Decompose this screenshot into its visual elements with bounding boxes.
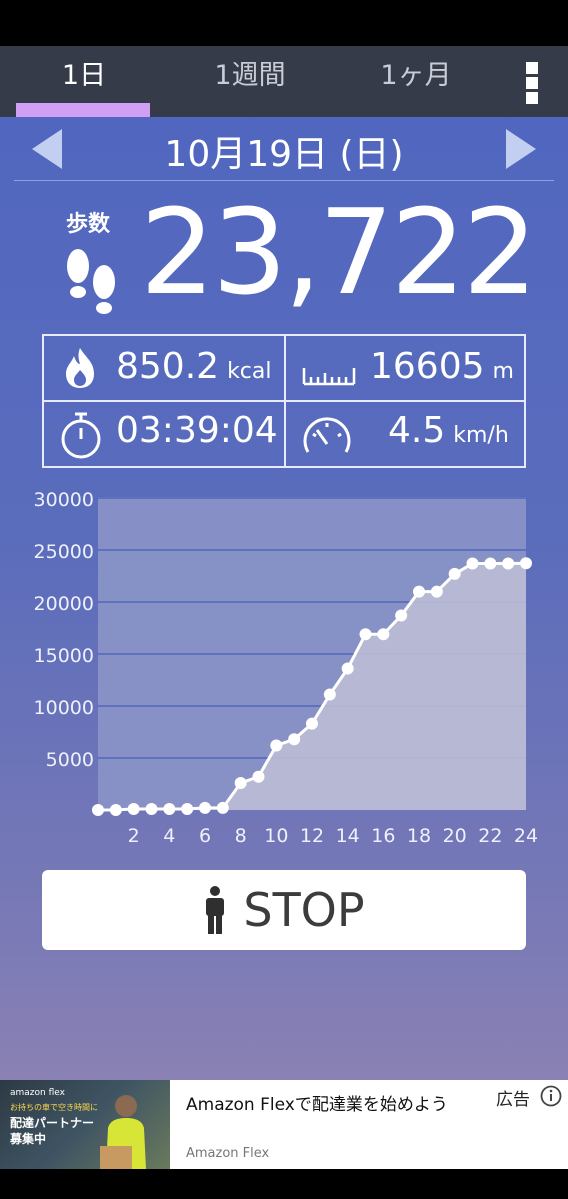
speed-value: 4.5	[388, 410, 446, 451]
distance-unit: m	[492, 359, 514, 384]
data-point	[413, 585, 425, 598]
distance-stat: 16605 m	[370, 346, 514, 387]
data-point	[127, 802, 140, 815]
fire-icon	[66, 348, 94, 388]
x-tick-label: 18	[407, 825, 431, 847]
x-tick-label: 6	[199, 825, 211, 847]
tab-month[interactable]: 1ヶ月	[346, 46, 486, 117]
data-point	[92, 804, 104, 816]
x-tick-label: 22	[478, 825, 502, 847]
ad-image-text: お持ちの車で空き時間に	[10, 1103, 98, 1112]
ad-badge: 広告	[496, 1090, 530, 1110]
date-navigator: 10月19日 (日)	[0, 117, 568, 181]
tab-week[interactable]: 1週間	[180, 46, 320, 117]
x-tick-label: 24	[514, 825, 538, 847]
data-point	[181, 802, 194, 815]
tab-bar: 1日 1週間 1ヶ月	[0, 46, 568, 117]
ad-image-text: 配達パートナー	[10, 1116, 95, 1130]
steps-chart: 500010000150002000025000300002 4 6 8 10 12 14 1…	[34, 489, 539, 847]
speed-unit: km/h	[453, 423, 509, 448]
data-point	[109, 804, 122, 816]
x-tick-label: 2	[128, 825, 140, 847]
data-point	[306, 717, 318, 730]
steps-label: 歩数	[66, 212, 111, 237]
data-point	[323, 688, 336, 701]
x-tick-label: 20	[443, 825, 467, 847]
left-arrow-icon[interactable]	[32, 129, 62, 169]
data-point	[395, 609, 408, 622]
stop-label: STOP	[243, 883, 365, 937]
calories-value: 850.2	[116, 346, 220, 387]
y-tick-label: 5000	[46, 749, 94, 771]
speedometer-icon	[303, 417, 351, 453]
x-tick-label: 14	[336, 825, 360, 847]
footprints-icon	[67, 249, 115, 314]
time-stat: 03:39:04	[116, 410, 278, 451]
time-value: 03:39:04	[116, 410, 278, 451]
data-point	[163, 802, 176, 815]
data-point	[466, 557, 479, 570]
person-icon	[206, 886, 225, 934]
x-tick-label: 8	[235, 825, 247, 847]
x-tick-label: 12	[300, 825, 324, 847]
data-point	[288, 733, 301, 746]
data-point	[216, 801, 229, 814]
steps-count: 23,722	[140, 183, 538, 321]
stopwatch-icon	[61, 412, 101, 459]
speed-stat: 4.5 km/h	[388, 410, 509, 451]
data-point	[234, 776, 247, 789]
data-point	[520, 557, 532, 570]
data-point	[448, 567, 461, 580]
x-tick-label: 16	[371, 825, 395, 847]
data-point	[484, 557, 497, 570]
data-point	[430, 585, 443, 598]
data-point	[341, 662, 354, 675]
y-tick-label: 15000	[34, 645, 94, 667]
stats-grid: 850.2 kcal 16605 m 03:39:04 4.5 km/h	[42, 334, 526, 468]
data-point	[145, 802, 158, 815]
data-point	[252, 770, 265, 783]
ad-image[interactable]: amazon flex お持ちの車で空き時間に 配達パートナー 募集中	[0, 1080, 170, 1169]
more-vertical-icon[interactable]	[516, 60, 548, 104]
right-arrow-icon[interactable]	[506, 129, 536, 169]
ad-banner[interactable]: amazon flex お持ちの車で空き時間に 配達パートナー 募集中 Amaz…	[0, 1080, 568, 1169]
info-icon[interactable]	[540, 1085, 562, 1107]
ad-title[interactable]: Amazon Flexで配達業を始めよう	[186, 1090, 448, 1115]
app-screen: 1日 1週間 1ヶ月 10月19日 (日) 歩数 23,722 850.2 kca…	[0, 46, 568, 1169]
date-label: 10月19日 (日)	[164, 134, 404, 175]
x-tick-label: 4	[163, 825, 175, 847]
ad-image-brand: amazon flex	[10, 1088, 65, 1098]
stop-button[interactable]: STOP	[42, 870, 526, 950]
data-point	[199, 801, 211, 814]
active-tab-indicator	[16, 103, 150, 117]
data-point	[270, 739, 283, 752]
ruler-icon	[302, 368, 356, 386]
calories-stat: 850.2 kcal	[116, 346, 272, 387]
data-point	[502, 557, 515, 570]
ad-image-text: 募集中	[10, 1132, 47, 1146]
data-point	[359, 628, 372, 641]
y-tick-label: 30000	[34, 489, 94, 511]
calories-unit: kcal	[227, 359, 272, 384]
y-tick-label: 25000	[34, 541, 94, 563]
y-tick-label: 10000	[34, 697, 94, 719]
grid-divider	[44, 400, 524, 402]
data-point	[377, 628, 390, 641]
divider	[14, 180, 554, 181]
ad-source: Amazon Flex	[186, 1146, 270, 1161]
ad-person-photo	[100, 1095, 146, 1169]
x-tick-label: 10	[264, 825, 288, 847]
distance-value: 16605	[370, 346, 485, 387]
y-tick-label: 20000	[34, 593, 94, 615]
